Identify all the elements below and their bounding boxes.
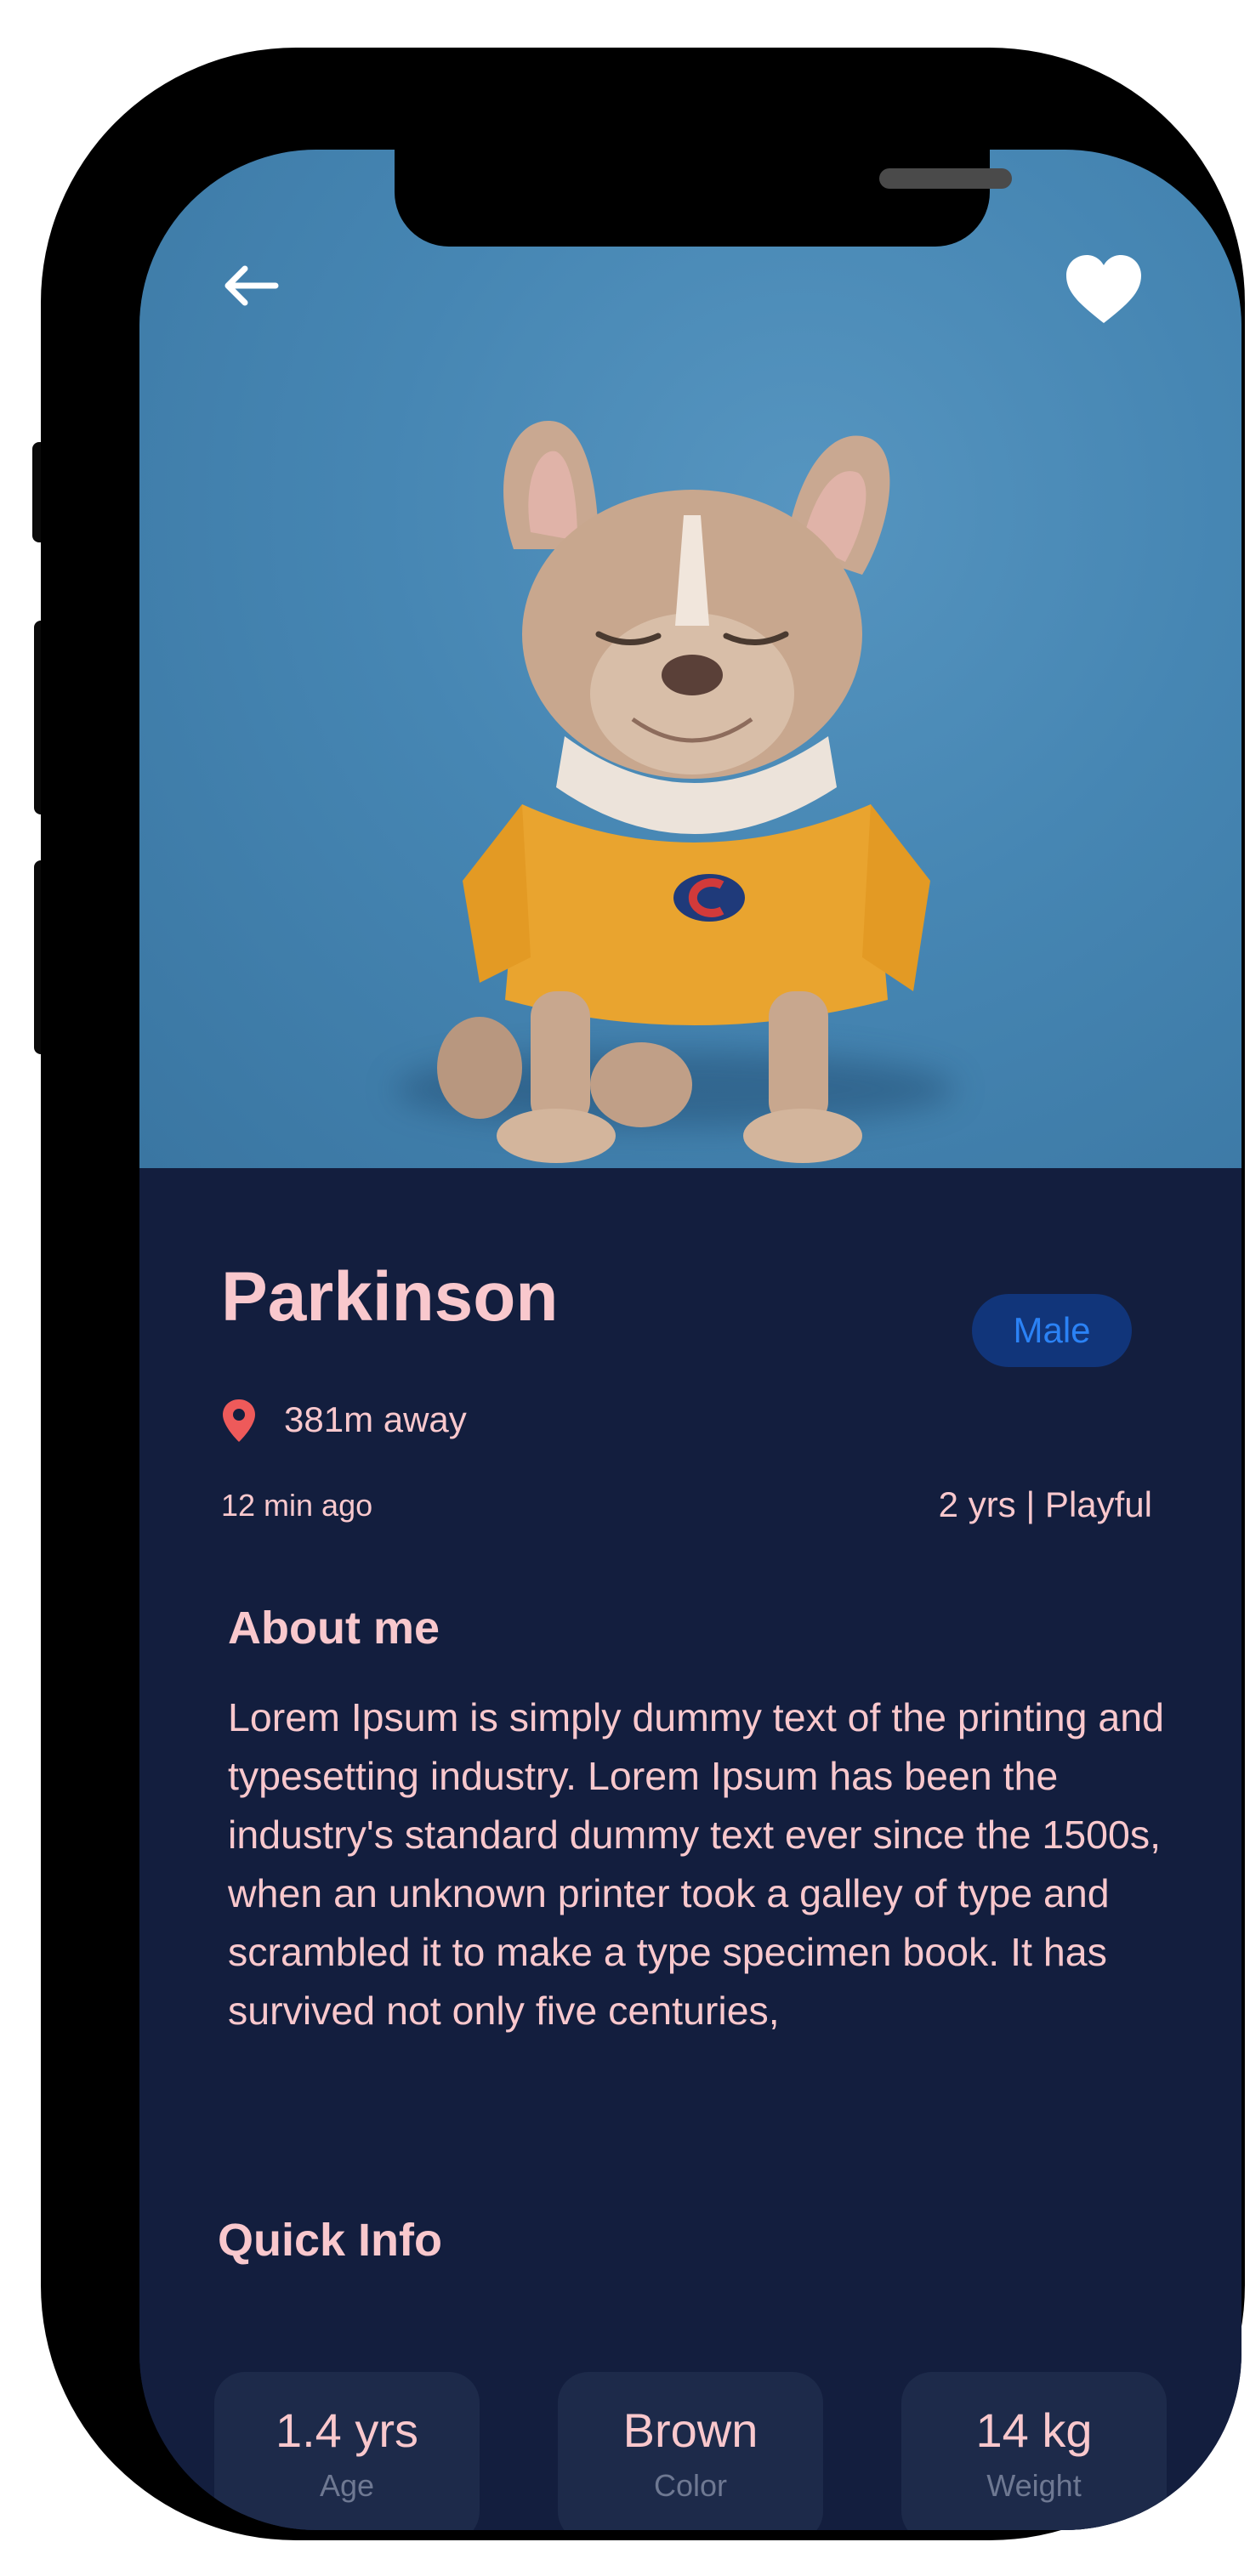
weight-value: 14 kg — [975, 2403, 1093, 2457]
favorite-button[interactable] — [1063, 252, 1145, 328]
color-value: Brown — [622, 2403, 759, 2457]
pet-details: Parkinson Male 381m away 12 min ago 2 yr… — [139, 1168, 1241, 2530]
age-label: Age — [319, 2468, 375, 2503]
quick-info-heading: Quick Info — [218, 2215, 443, 2266]
heart-icon — [1066, 255, 1141, 323]
pet-detail-screen: Parkinson Male 381m away 12 min ago 2 yr… — [139, 150, 1241, 2530]
pet-traits: 2 yrs | Playful — [938, 1484, 1152, 1524]
color-label: Color — [653, 2468, 728, 2503]
weight-label: Weight — [986, 2468, 1082, 2503]
notch — [395, 150, 1012, 247]
quick-info-card-age: 1.4 yrs Age — [214, 2372, 480, 2530]
quick-info-card-weight: 14 kg Weight — [901, 2372, 1167, 2530]
speaker — [879, 168, 1012, 189]
posted-time: 12 min ago — [221, 1488, 373, 1523]
pet-name: Parkinson — [221, 1258, 559, 1336]
pet-photo — [139, 150, 1241, 1168]
back-button[interactable] — [216, 252, 284, 320]
gender-badge: Male — [972, 1294, 1132, 1367]
about-heading: About me — [228, 1603, 440, 1654]
age-value: 1.4 yrs — [275, 2403, 419, 2457]
phone-frame: Parkinson Male 381m away 12 min ago 2 yr… — [41, 48, 1245, 2540]
about-text: Lorem Ipsum is simply dummy text of the … — [228, 1695, 1164, 2033]
location-pin-icon — [223, 1399, 255, 1442]
dog-image — [437, 421, 930, 1163]
back-arrow-icon — [224, 265, 279, 306]
pet-distance: 381m away — [284, 1399, 467, 1439]
quick-info-card-color: Brown Color — [558, 2372, 823, 2530]
